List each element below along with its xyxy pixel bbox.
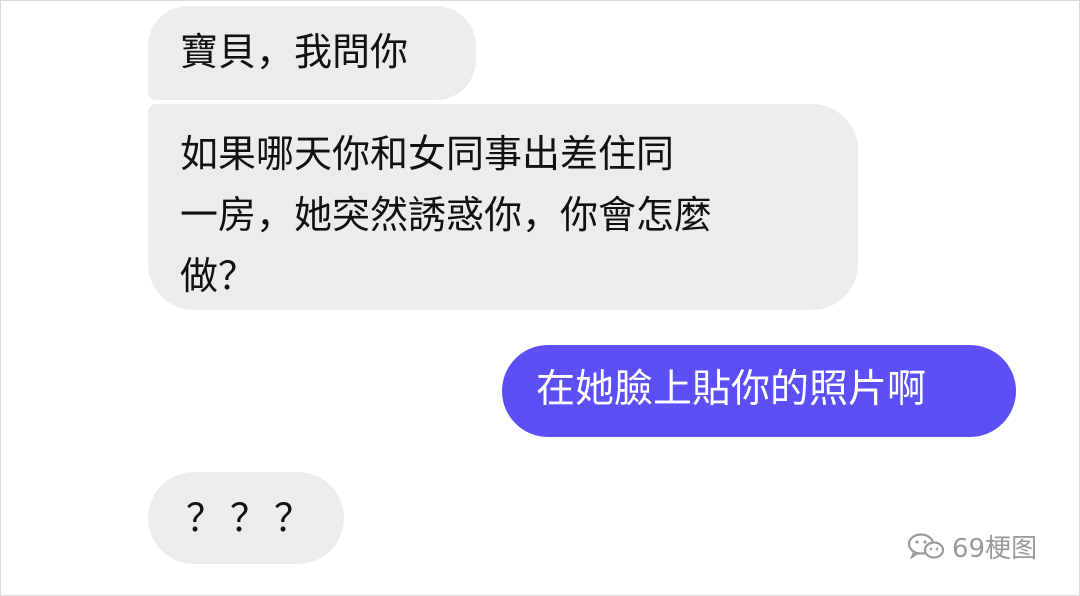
incoming-message-bubble[interactable]: 如果哪天你和女同事出差住同 一房，她突然誘惑你，你會怎麼 做？ [148,104,858,310]
watermark-text: 69梗图 [952,534,1038,564]
incoming-message-bubble[interactable]: ？？？ [148,472,344,564]
outgoing-message-bubble[interactable]: 在她臉上貼你的照片啊 [502,345,1016,437]
watermark: 69梗图 [906,528,1037,565]
incoming-message-bubble[interactable]: 寶貝，我問你 [148,6,476,100]
wechat-icon [906,532,946,562]
